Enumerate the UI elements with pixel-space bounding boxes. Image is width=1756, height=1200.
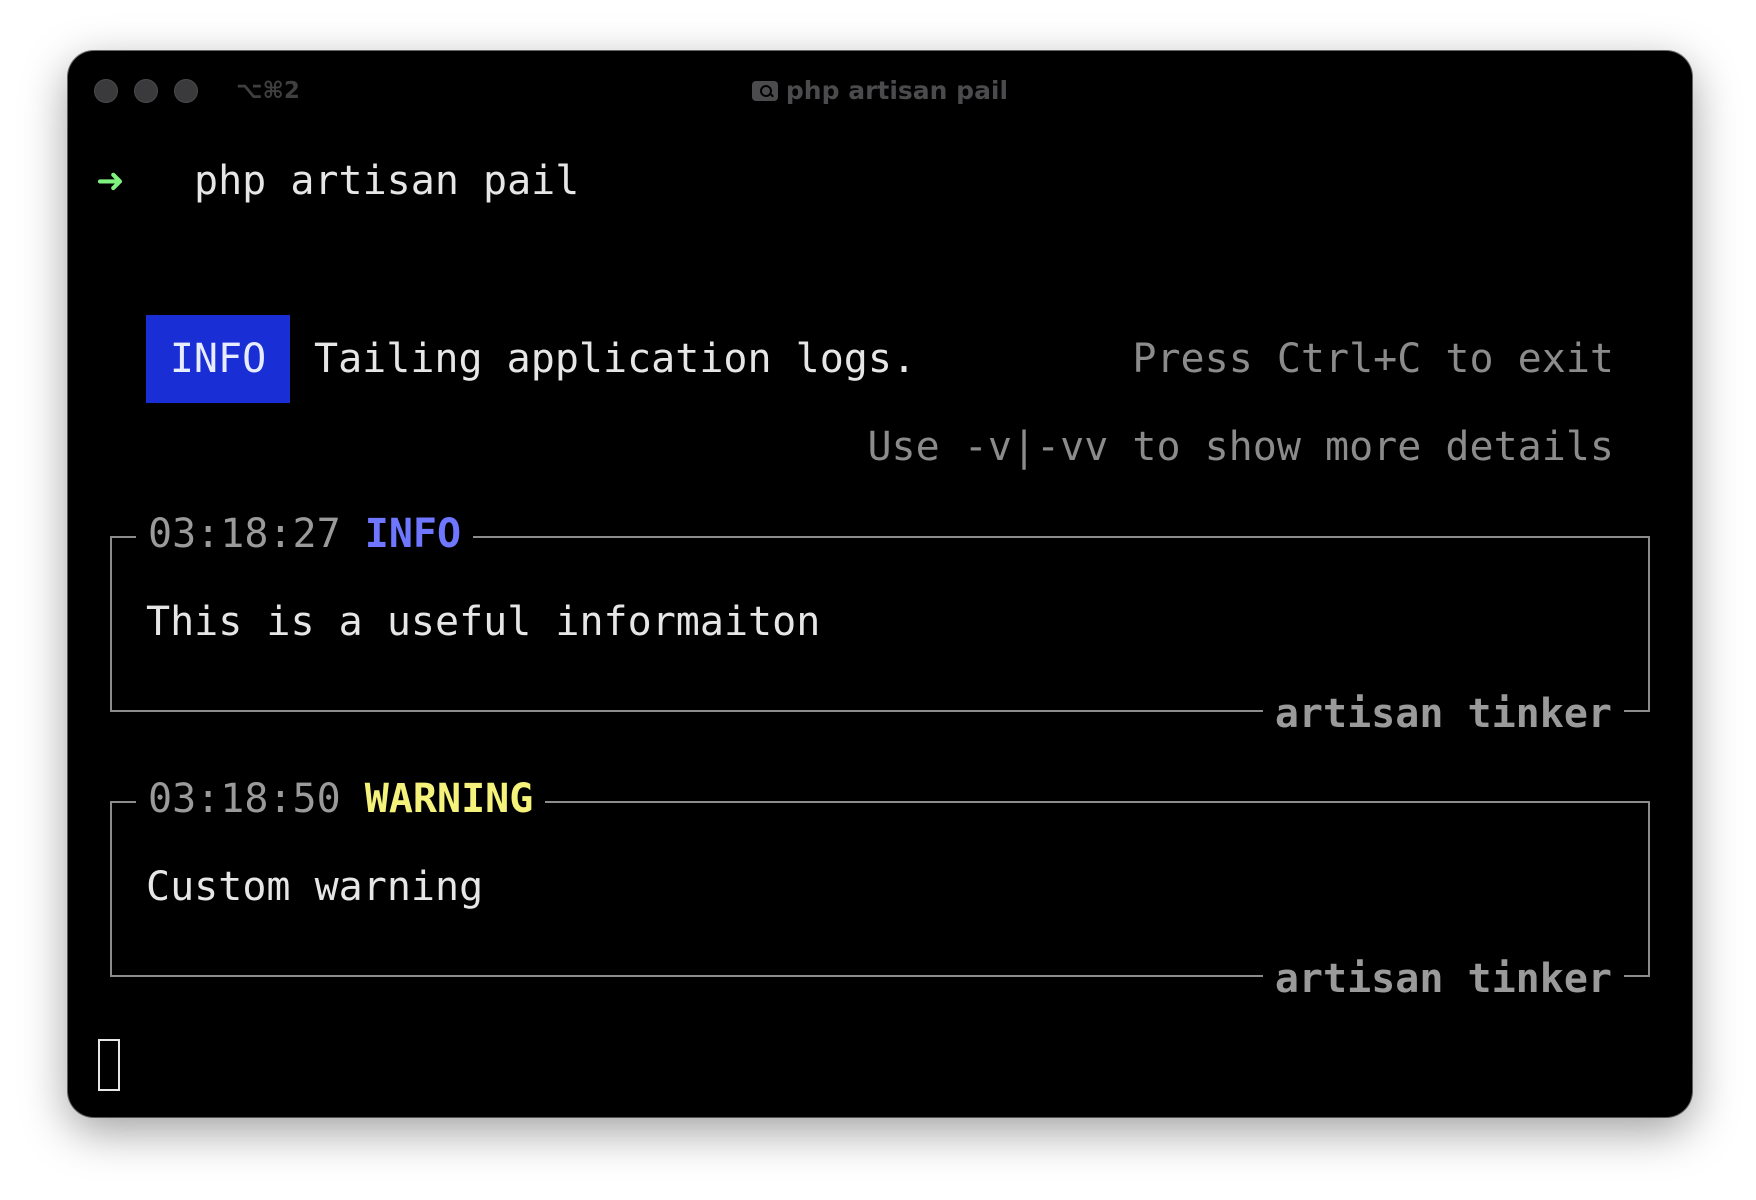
log-level: WARNING	[364, 776, 534, 822]
log-message: This is a useful informaiton	[146, 599, 821, 645]
tailing-message: Tailing application logs.	[314, 336, 917, 382]
prompt-arrow-icon: ➜	[96, 161, 125, 201]
window-title-text: php artisan pail	[785, 76, 1009, 105]
tab-search-icon	[751, 81, 778, 101]
verbosity-hint: Use -v|-vv to show more details	[867, 424, 1614, 470]
log-entry: 03:18:27 INFO This is a useful informait…	[110, 509, 1650, 739]
window-title: php artisan pail	[68, 74, 1692, 108]
exit-hint: Press Ctrl+C to exit	[1132, 336, 1614, 382]
log-message: Custom warning	[146, 864, 484, 910]
log-timestamp: 03:18:50	[148, 776, 341, 822]
title-bar: ⌥⌘2 php artisan pail	[68, 51, 1692, 131]
log-level: INFO	[364, 511, 462, 557]
log-entry-header: 03:18:27 INFO	[136, 509, 474, 559]
log-origin: artisan tinker	[1262, 954, 1624, 1004]
log-entry: 03:18:50 WARNING Custom warning artisan …	[110, 774, 1650, 1004]
command-text: php artisan pail	[194, 158, 580, 204]
info-badge: INFO	[146, 315, 290, 403]
terminal-window: ⌥⌘2 php artisan pail ➜ php artisan pail …	[68, 51, 1692, 1117]
log-origin: artisan tinker	[1262, 689, 1624, 739]
terminal-cursor[interactable]	[98, 1039, 120, 1091]
log-entry-header: 03:18:50 WARNING	[136, 774, 546, 824]
log-timestamp: 03:18:27	[148, 511, 341, 557]
